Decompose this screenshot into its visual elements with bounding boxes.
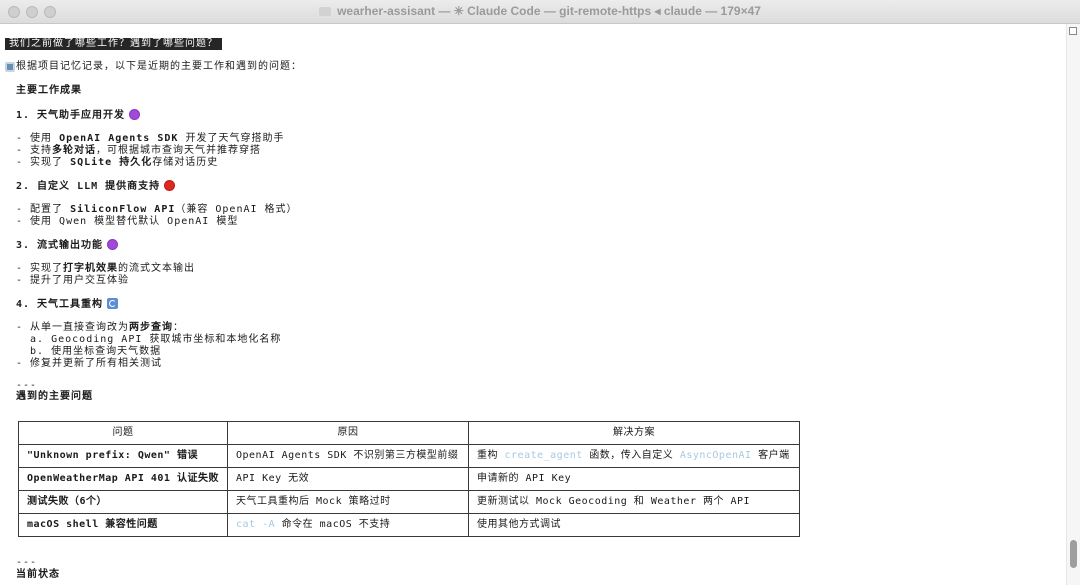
- section-problems: 遇到的主要问题: [16, 391, 93, 402]
- bullet-text: - 支持: [16, 145, 53, 156]
- bullet-bold: 打字机效果: [63, 263, 119, 274]
- item-heading-1-text: 1. 天气助手应用开发: [16, 110, 126, 121]
- bullet-bold: 两步查询: [129, 322, 174, 333]
- item-heading-1: 1. 天气助手应用开发: [16, 109, 141, 122]
- purple-circle-icon: [129, 109, 141, 120]
- window-title-wrap: wearher-assisant — ✳ Claude Code — git-r…: [0, 4, 1080, 18]
- table-header-solution: 解决方案: [467, 421, 800, 445]
- bullet-text: - 使用: [16, 133, 60, 144]
- item-1-bullet-2: - 支持多轮对话，可根据城市查询天气并推荐穿搭: [16, 145, 261, 157]
- bullet-text: b. 使用坐标查询天气数据: [16, 346, 162, 357]
- user-prompt: 我们之前做了哪些工作？遇到了哪些问题？: [5, 38, 222, 50]
- bullet-text: - 实现了: [16, 157, 71, 168]
- item-4-bullet-3: b. 使用坐标查询天气数据: [16, 346, 161, 358]
- bullet-text: - 使用 Qwen 模型替代默认 OpenAI 模型: [16, 216, 239, 227]
- table-cell-cause: OpenAI Agents SDK 不识别第三方模型前缀: [226, 444, 469, 468]
- table-row: "Unknown prefix: Qwen" 错误 OpenAI Agents …: [18, 444, 800, 468]
- table-cell-problem: 测试失败（6个）: [18, 490, 228, 514]
- bullet-bold: 多轮对话: [52, 145, 97, 156]
- item-4-bullet-2: a. Geocoding API 获取城市坐标和本地化名称: [16, 334, 281, 346]
- window-title: wearher-assisant — ✳ Claude Code — git-r…: [337, 4, 761, 18]
- bullet-bold: SQLite 持久化: [70, 157, 153, 168]
- table-cell-cause: 天气工具重构后 Mock 策略过时: [226, 490, 469, 514]
- inline-code: cat -A: [235, 519, 276, 530]
- purple-circle-icon: [107, 239, 119, 250]
- bullet-text: - 提升了用户交互体验: [16, 275, 130, 286]
- bullet-text: - 实现了: [16, 263, 64, 274]
- table-cell-cause: cat -A 命令在 macOS 不支持: [226, 513, 469, 537]
- scrollbar-thumb[interactable]: [1070, 540, 1077, 568]
- answer-intro: 根据项目记忆记录，以下是近期的主要工作和遇到的问题：: [16, 61, 302, 72]
- assistant-response-icon: [5, 62, 15, 72]
- table-cell-solution: 更新测试以 Mock Geocoding 和 Weather 两个 API: [467, 490, 800, 514]
- item-4-bullet-1: - 从单一直接查询改为两步查询：: [16, 322, 184, 334]
- table-cell-problem: macOS shell 兼容性问题: [18, 513, 228, 537]
- cause-text: 命令在 macOS 不支持: [275, 519, 391, 530]
- bullet-text: - 配置了: [16, 204, 71, 215]
- red-circle-icon: [164, 180, 176, 191]
- window-titlebar[interactable]: wearher-assisant — ✳ Claude Code — git-r…: [0, 0, 1080, 24]
- inline-code: AsyncOpenAI: [679, 450, 752, 461]
- separator: ---: [16, 557, 38, 568]
- item-1-bullet-3: - 实现了 SQLite 持久化存储对话历史: [16, 157, 218, 169]
- bullet-text: 的流式文本输出: [118, 263, 196, 274]
- problems-table: 问题 原因 解决方案 "Unknown prefix: Qwen" 错误 Ope…: [18, 421, 800, 537]
- item-2-bullet-2: - 使用 Qwen 模型替代默认 OpenAI 模型: [16, 216, 238, 228]
- table-row: macOS shell 兼容性问题 cat -A 命令在 macOS 不支持 使…: [18, 513, 800, 537]
- table-row: OpenWeatherMap API 401 认证失败 API Key 无效 申…: [18, 467, 800, 491]
- bullet-text: ：: [173, 322, 185, 333]
- bullet-text: 开发了天气穿搭助手: [178, 133, 285, 144]
- scrollbar-menu-icon[interactable]: [1069, 27, 1077, 35]
- table-cell-solution: 使用其他方式调试: [467, 513, 800, 537]
- bullet-text: （兼容 OpenAI 格式）: [175, 204, 298, 215]
- terminal-output[interactable]: 我们之前做了哪些工作？遇到了哪些问题？ 根据项目记忆记录，以下是近期的主要工作和…: [0, 24, 1064, 585]
- item-heading-4: 4. 天气工具重构: [16, 298, 119, 311]
- item-heading-3: 3. 流式输出功能: [16, 239, 119, 252]
- bullet-text: a. Geocoding API 获取城市坐标和本地化名称: [16, 334, 282, 345]
- bullet-text: ，可根据城市查询天气并推荐穿搭: [96, 145, 262, 156]
- table-cell-problem: OpenWeatherMap API 401 认证失败: [18, 467, 228, 491]
- bullet-bold: OpenAI Agents SDK: [59, 133, 179, 144]
- bullet-bold: SiliconFlow API: [70, 204, 176, 215]
- item-3-bullet-1: - 实现了打字机效果的流式文本输出: [16, 263, 195, 275]
- solution-text: 重构: [476, 450, 505, 461]
- vertical-scrollbar[interactable]: [1066, 24, 1080, 585]
- table-header-cause: 原因: [226, 421, 469, 445]
- table-row: 测试失败（6个） 天气工具重构后 Mock 策略过时 更新测试以 Mock Ge…: [18, 490, 800, 514]
- table-cell-cause: API Key 无效: [226, 467, 469, 491]
- refresh-icon: [107, 298, 119, 309]
- item-4-bullet-4: - 修复并更新了所有相关测试: [16, 358, 162, 370]
- table-header-problem: 问题: [18, 421, 228, 445]
- bullet-text: - 从单一直接查询改为: [16, 322, 130, 333]
- item-heading-2: 2. 自定义 LLM 提供商支持: [16, 180, 176, 193]
- item-heading-2-text: 2. 自定义 LLM 提供商支持: [16, 181, 161, 192]
- bullet-text: 存储对话历史: [152, 157, 219, 168]
- item-heading-4-text: 4. 天气工具重构: [16, 299, 104, 310]
- table-header-row: 问题 原因 解决方案: [18, 421, 800, 445]
- folder-icon: [319, 7, 332, 16]
- inline-code: create_agent: [504, 450, 583, 461]
- table-cell-solution: 申请新的 API Key: [467, 467, 800, 491]
- solution-text: 客户端: [751, 450, 790, 461]
- item-heading-3-text: 3. 流式输出功能: [16, 240, 104, 251]
- table-cell-solution: 重构 create_agent 函数，传入自定义 AsyncOpenAI 客户端: [467, 444, 800, 468]
- table-cell-problem: "Unknown prefix: Qwen" 错误: [18, 444, 228, 468]
- item-1-bullet-1: - 使用 OpenAI Agents SDK 开发了天气穿搭助手: [16, 133, 284, 145]
- item-2-bullet-1: - 配置了 SiliconFlow API（兼容 OpenAI 格式）: [16, 204, 298, 216]
- solution-text: 函数，传入自定义: [582, 450, 680, 461]
- item-3-bullet-2: - 提升了用户交互体验: [16, 275, 129, 287]
- section-achievements: 主要工作成果: [16, 85, 82, 96]
- bullet-text: - 修复并更新了所有相关测试: [16, 358, 163, 369]
- section-status: 当前状态: [16, 569, 60, 580]
